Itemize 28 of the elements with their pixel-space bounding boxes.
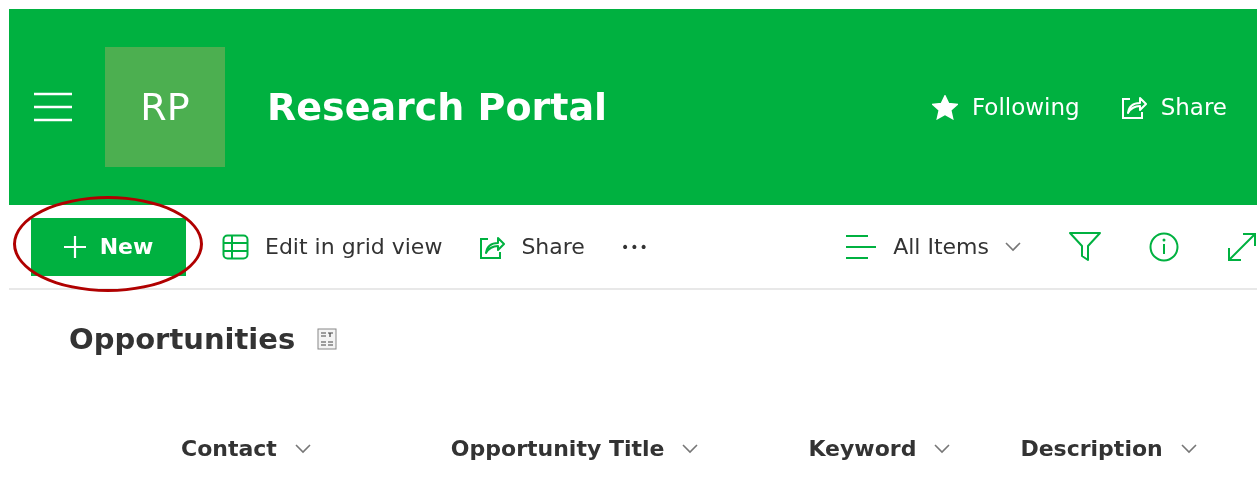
chevron-down-icon: [1005, 241, 1021, 252]
site-title: Research Portal: [267, 85, 609, 129]
expand-icon: [1227, 231, 1257, 262]
column-header[interactable]: Keyword: [808, 436, 951, 461]
column-header[interactable]: Description: [1020, 436, 1197, 461]
more-button[interactable]: •••: [620, 238, 649, 255]
view-selector[interactable]: All Items: [845, 233, 1021, 260]
plus-icon: [63, 235, 86, 258]
grid-icon: [222, 233, 249, 260]
menu-icon[interactable]: [33, 92, 73, 122]
column-header[interactable]: Contact: [181, 436, 311, 461]
lines-icon: [845, 233, 878, 260]
list-title: Opportunities: [69, 322, 296, 356]
chevron-down-icon: [294, 443, 311, 454]
table-icon: [317, 328, 338, 350]
expand-button[interactable]: [1227, 231, 1257, 262]
chevron-down-icon: [934, 443, 951, 454]
column-header[interactable]: Opportunity Title: [450, 436, 699, 461]
filter-icon: [1069, 231, 1101, 262]
filter-button[interactable]: [1069, 231, 1101, 262]
share-button[interactable]: Share: [478, 233, 585, 260]
chevron-down-icon: [1180, 443, 1197, 454]
site-logo: RP: [105, 47, 225, 167]
edit-grid-button[interactable]: Edit in grid view: [222, 233, 443, 260]
share-icon: [1119, 94, 1147, 120]
info-button[interactable]: [1149, 231, 1179, 262]
chevron-down-icon: [682, 443, 699, 454]
info-icon: [1149, 231, 1179, 262]
